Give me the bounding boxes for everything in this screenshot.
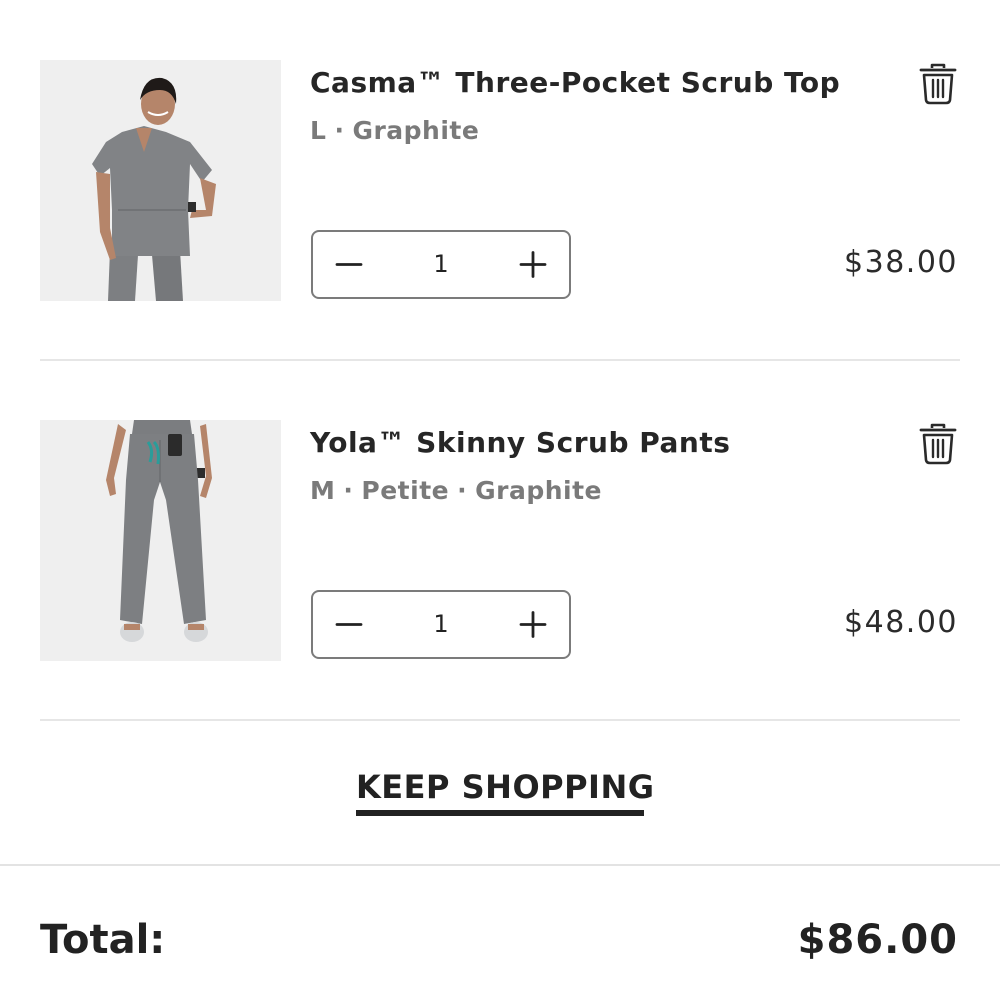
- fit-option: Petite: [361, 476, 450, 505]
- product-image-scrub-top[interactable]: [40, 60, 281, 301]
- product-image-scrub-pants[interactable]: [40, 420, 281, 661]
- total-divider: [0, 864, 1000, 866]
- remove-item-button[interactable]: [918, 422, 958, 466]
- keep-shopping-link[interactable]: KEEP SHOPPING: [356, 768, 654, 806]
- color-option: Graphite: [352, 116, 480, 145]
- quantity-stepper: 1: [311, 590, 571, 659]
- product-options: L · Graphite: [310, 116, 479, 145]
- item-price: $48.00: [844, 605, 958, 640]
- plus-icon: [519, 251, 547, 278]
- product-options: M · Petite · Graphite: [310, 476, 602, 505]
- cart-item: Yola™ Skinny Scrub Pants M · Petite · Graphi…: [40, 420, 960, 662]
- scrub-pants-photo: [40, 420, 281, 661]
- size-option: L: [310, 116, 327, 145]
- quantity-stepper: 1: [311, 230, 571, 299]
- minus-icon: [335, 623, 363, 626]
- trash-icon: [919, 423, 957, 465]
- color-option: Graphite: [475, 476, 602, 505]
- product-title[interactable]: Casma™ Three-Pocket Scrub Top: [310, 66, 840, 99]
- size-option: M: [310, 476, 336, 505]
- plus-icon: [519, 611, 547, 638]
- remove-item-button[interactable]: [918, 62, 958, 106]
- divider: [40, 359, 960, 361]
- cart-item: Casma™ Three-Pocket Scrub Top L · Graphite…: [40, 60, 960, 302]
- quantity-value[interactable]: 1: [383, 592, 499, 657]
- item-price: $38.00: [844, 245, 958, 280]
- increase-quantity-button[interactable]: [499, 232, 569, 297]
- scrub-top-photo: [40, 60, 281, 301]
- keep-shopping-underline: [356, 810, 644, 816]
- product-title[interactable]: Yola™ Skinny Scrub Pants: [310, 426, 730, 459]
- divider: [40, 719, 960, 721]
- total-value: $86.00: [797, 917, 958, 963]
- quantity-value[interactable]: 1: [383, 232, 499, 297]
- decrease-quantity-button[interactable]: [313, 232, 383, 297]
- minus-icon: [335, 263, 363, 266]
- option-separator: ·: [457, 476, 468, 505]
- option-separator: ·: [343, 476, 354, 505]
- increase-quantity-button[interactable]: [499, 592, 569, 657]
- total-label: Total:: [40, 917, 166, 963]
- trash-icon: [919, 63, 957, 105]
- decrease-quantity-button[interactable]: [313, 592, 383, 657]
- option-separator: ·: [334, 116, 345, 145]
